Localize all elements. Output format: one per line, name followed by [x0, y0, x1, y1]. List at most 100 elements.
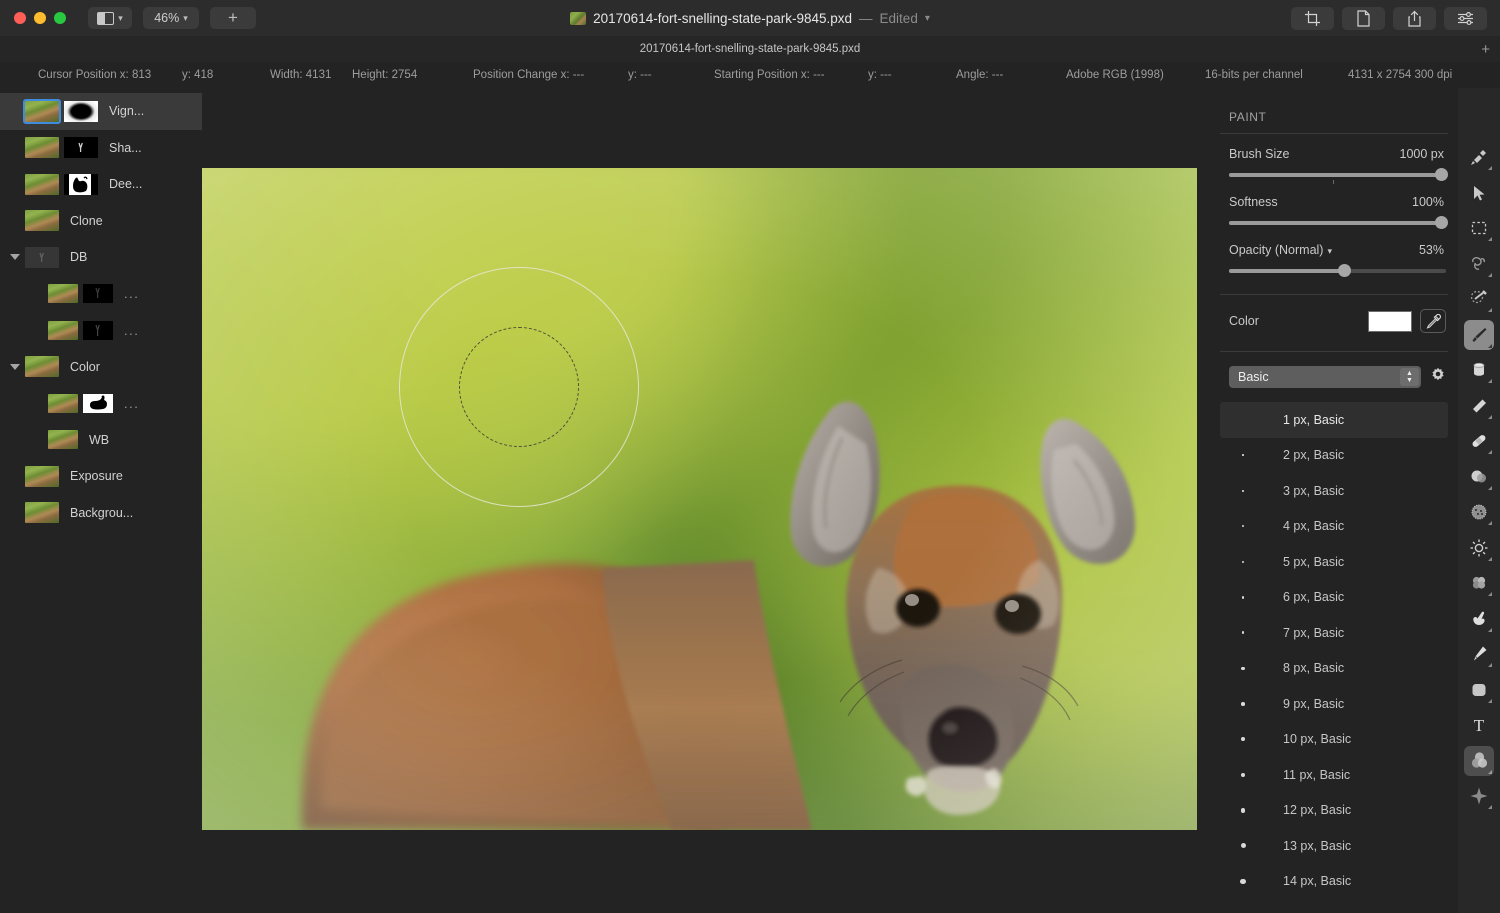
add-document-button[interactable]: +: [210, 7, 256, 29]
adjustments-button[interactable]: [1444, 7, 1487, 30]
brush-list-item[interactable]: 8 px, Basic: [1220, 651, 1448, 687]
document-menu-chevron-icon[interactable]: ▾: [925, 13, 930, 24]
layer-thumbnail[interactable]: [48, 393, 78, 413]
layer-mask-thumbnail[interactable]: [64, 137, 98, 159]
opacity-slider[interactable]: [1229, 264, 1446, 278]
brush-size-slider[interactable]: [1229, 168, 1449, 184]
image-canvas[interactable]: [202, 168, 1197, 830]
pen-tool[interactable]: [1464, 639, 1494, 669]
layer-mask-thumbnail[interactable]: [83, 320, 113, 340]
brush-list-item[interactable]: 13 px, Basic: [1220, 828, 1448, 864]
paint-brush-tool[interactable]: [1464, 319, 1494, 350]
canvas-area[interactable]: [202, 88, 1210, 913]
layer-row-wb[interactable]: WB: [0, 422, 202, 459]
layer-mask-thumbnail[interactable]: [64, 173, 98, 195]
chevron-down-icon[interactable]: ▾: [1327, 246, 1332, 256]
layer-thumbnail[interactable]: [25, 137, 59, 159]
brush-list-item[interactable]: 2 px, Basic: [1220, 438, 1448, 474]
brush-list-item[interactable]: 4 px, Basic: [1220, 509, 1448, 545]
disclosure-triangle-icon[interactable]: [10, 254, 20, 261]
lasso-tool[interactable]: [1464, 249, 1494, 279]
crop-tool-button[interactable]: [1291, 7, 1334, 30]
slider-knob[interactable]: [1435, 216, 1449, 229]
arrow-pointer-tool[interactable]: [1464, 178, 1494, 208]
shape-rectangle-tool[interactable]: [1464, 675, 1494, 705]
color-adjust-tool[interactable]: [1464, 745, 1494, 776]
stepper-icon[interactable]: ▲ ▼: [1400, 368, 1419, 386]
layer-row-db-child-1[interactable]: ...: [0, 276, 202, 313]
hand-stamp-tool[interactable]: [1464, 142, 1494, 172]
zoom-level-button[interactable]: 46% ▾: [143, 7, 199, 29]
brush-list-item[interactable]: 6 px, Basic: [1220, 580, 1448, 616]
brightness-sun-tool[interactable]: [1464, 533, 1494, 563]
brush-settings-button[interactable]: [1430, 367, 1446, 388]
zoom-window-button[interactable]: [54, 12, 66, 24]
brush-list-item[interactable]: 11 px, Basic: [1220, 757, 1448, 793]
layer-thumbnail[interactable]: [25, 173, 59, 195]
layer-group-thumbnail[interactable]: [25, 356, 59, 378]
softness-slider[interactable]: [1229, 216, 1449, 230]
brush-preset-list[interactable]: 1 px, Basic 2 px, Basic 3 px, Basic 4 px…: [1220, 402, 1448, 899]
eyedropper-button[interactable]: [1420, 309, 1446, 333]
brush-list-item[interactable]: 9 px, Basic: [1220, 686, 1448, 722]
layer-group-thumbnail[interactable]: [25, 246, 59, 268]
new-tab-button[interactable]: +: [1481, 42, 1490, 57]
layer-group-db[interactable]: DB: [0, 239, 202, 276]
dodge-burn-tool[interactable]: [1464, 462, 1494, 492]
info-position-change-x: Position Change x: ---: [473, 69, 585, 81]
opacity-label[interactable]: Opacity (Normal) ▾: [1229, 243, 1332, 257]
disclosure-triangle-icon[interactable]: [10, 363, 20, 370]
layer-row-shadow[interactable]: Sha...: [0, 130, 202, 167]
brush-list-item[interactable]: 12 px, Basic: [1220, 793, 1448, 829]
marquee-select-tool[interactable]: [1464, 213, 1494, 243]
brush-list-item[interactable]: 3 px, Basic: [1220, 473, 1448, 509]
layer-row-clone[interactable]: Clone: [0, 203, 202, 240]
layer-thumbnail[interactable]: [25, 210, 59, 232]
layer-thumbnail[interactable]: [48, 284, 78, 304]
layer-row-color-child-1[interactable]: ...: [0, 385, 202, 422]
layer-row-background[interactable]: Backgrou...: [0, 495, 202, 532]
brush-list-item[interactable]: 10 px, Basic: [1220, 722, 1448, 758]
smudge-hand-tool[interactable]: [1464, 604, 1494, 634]
magic-wand-tool[interactable]: [1464, 284, 1494, 314]
brush-list-item[interactable]: 1 px, Basic: [1220, 402, 1448, 438]
page-setup-button[interactable]: [1342, 7, 1385, 30]
document-title[interactable]: 20170614-fort-snelling-state-park-9845.p…: [593, 11, 852, 26]
bandage-heal-tool[interactable]: [1464, 426, 1494, 456]
layer-row-db-child-2[interactable]: ...: [0, 312, 202, 349]
layer-mask-thumbnail[interactable]: [64, 100, 98, 122]
layer-row-exposure[interactable]: Exposure: [0, 458, 202, 495]
paint-bucket-tool[interactable]: [1464, 355, 1494, 385]
tool-bar: T: [1458, 88, 1500, 913]
layer-row-vignette[interactable]: Vign...: [0, 93, 202, 130]
close-window-button[interactable]: [14, 12, 26, 24]
layer-mask-thumbnail[interactable]: [83, 393, 113, 413]
brush-preset-select[interactable]: Basic ▲ ▼: [1229, 366, 1421, 388]
brush-list-item[interactable]: 7 px, Basic: [1220, 615, 1448, 651]
layer-thumbnail[interactable]: [23, 98, 61, 124]
color-swatch[interactable]: [1368, 310, 1412, 332]
noise-grain-tool[interactable]: [1464, 497, 1494, 527]
brush-list-item[interactable]: 5 px, Basic: [1220, 544, 1448, 580]
tab-active-document[interactable]: 20170614-fort-snelling-state-park-9845.p…: [640, 43, 861, 55]
slider-knob[interactable]: [1337, 264, 1351, 277]
layer-thumbnail[interactable]: [25, 465, 59, 487]
eraser-tool[interactable]: [1464, 391, 1494, 421]
clone-stamp-tool[interactable]: [1464, 568, 1494, 598]
slider-knob[interactable]: [1435, 168, 1449, 181]
layer-mask-thumbnail[interactable]: [83, 284, 113, 304]
brush-dot-preview: [1229, 737, 1257, 742]
layer-name: DB: [70, 250, 88, 265]
brush-item-label: 11 px, Basic: [1283, 767, 1351, 782]
layer-group-color[interactable]: Color: [0, 349, 202, 386]
layer-thumbnail[interactable]: [48, 320, 78, 340]
layer-thumbnail[interactable]: [48, 430, 78, 450]
text-tool[interactable]: T: [1464, 710, 1494, 740]
share-button[interactable]: [1393, 7, 1436, 30]
sidebar-layout-button[interactable]: ▾: [88, 7, 132, 29]
minimize-window-button[interactable]: [34, 12, 46, 24]
sparkle-effect-tool[interactable]: [1464, 781, 1494, 811]
layer-row-deer[interactable]: Dee...: [0, 166, 202, 203]
brush-list-item[interactable]: 14 px, Basic: [1220, 864, 1448, 900]
layer-thumbnail[interactable]: [25, 502, 59, 524]
